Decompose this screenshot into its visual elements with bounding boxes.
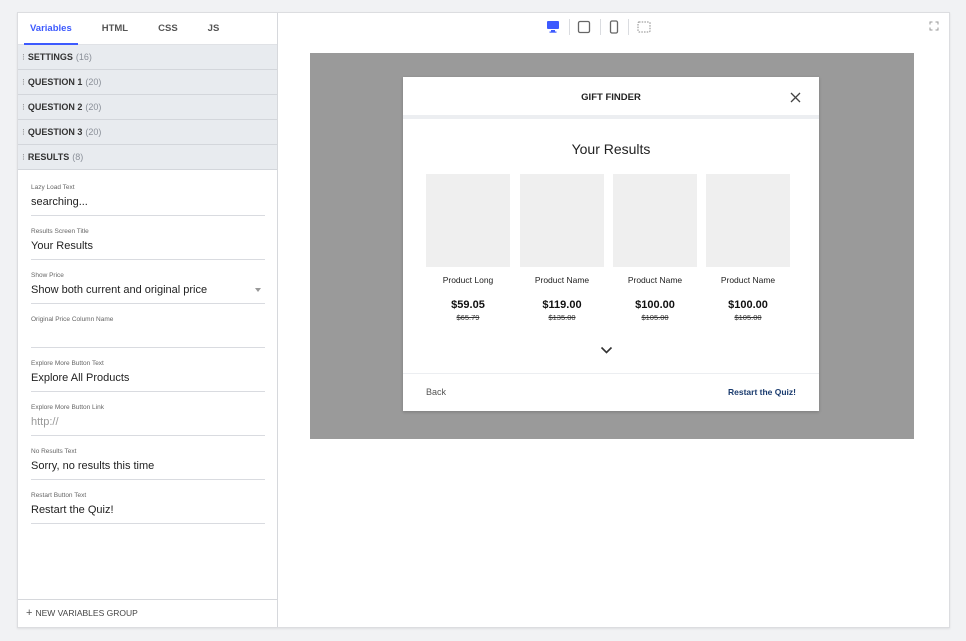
product-original-price: $135.00 bbox=[548, 313, 576, 322]
explore-more-button-link-field[interactable]: Explore More Button Link http:// bbox=[31, 400, 265, 436]
custom-size-icon[interactable] bbox=[637, 21, 651, 33]
product-card[interactable]: Product Name $119.00 $135.00 bbox=[520, 174, 604, 323]
results-screen-title-field[interactable]: Results Screen Title Your Results bbox=[31, 224, 265, 260]
group-count: (20) bbox=[85, 102, 102, 112]
toolbar-divider bbox=[569, 19, 570, 35]
product-name: Product Name bbox=[720, 275, 776, 285]
group-name: SETTINGS bbox=[27, 52, 73, 62]
new-group-label: NEW VARIABLES GROUP bbox=[35, 608, 138, 618]
show-price-select[interactable]: Show Price Show both current and origina… bbox=[31, 268, 265, 304]
toolbar-divider bbox=[628, 19, 629, 35]
product-name: Product Name bbox=[534, 275, 590, 285]
field-value[interactable]: searching... bbox=[31, 196, 265, 208]
group-question-2[interactable]: ⁝ QUESTION 2 (20) bbox=[18, 95, 277, 120]
group-count: (8) bbox=[72, 152, 84, 162]
results-fields: Lazy Load Text searching... Results Scre… bbox=[18, 170, 277, 524]
product-price: $59.05 bbox=[451, 299, 485, 311]
drag-handle-icon[interactable]: ⁝ bbox=[22, 152, 25, 162]
variables-panel: Variables HTML CSS JS ⁝ SETTINGS (16) ⁝ QUE… bbox=[18, 13, 278, 627]
product-name: Product Name bbox=[627, 275, 683, 285]
restart-quiz-button[interactable]: Restart the Quiz! bbox=[728, 387, 796, 397]
lazy-load-text-field[interactable]: Lazy Load Text searching... bbox=[31, 180, 265, 216]
tablet-icon[interactable] bbox=[577, 20, 591, 34]
group-name: QUESTION 3 bbox=[27, 127, 83, 137]
field-label: Show Price bbox=[31, 272, 64, 279]
preview-stage: GIFT FINDER Your Results Product Long $5… bbox=[310, 53, 914, 439]
chevron-down-icon[interactable] bbox=[600, 346, 613, 355]
group-count: (16) bbox=[75, 52, 92, 62]
gift-finder-modal: GIFT FINDER Your Results Product Long $5… bbox=[403, 77, 819, 411]
product-price: $119.00 bbox=[542, 299, 582, 311]
product-list: Product Long $59.05 $65.79 Product Name … bbox=[426, 174, 798, 334]
field-placeholder[interactable]: http:// bbox=[31, 416, 265, 428]
field-value[interactable]: Your Results bbox=[31, 240, 265, 252]
back-button[interactable]: Back bbox=[426, 387, 446, 397]
drag-handle-icon[interactable]: ⁝ bbox=[22, 77, 25, 87]
field-label: Original Price Column Name bbox=[31, 316, 114, 323]
group-question-1[interactable]: ⁝ QUESTION 1 (20) bbox=[18, 70, 277, 95]
product-image[interactable] bbox=[520, 174, 604, 267]
group-name: RESULTS bbox=[27, 152, 70, 162]
expand-icon[interactable] bbox=[929, 21, 939, 31]
tab-html[interactable]: HTML bbox=[102, 13, 128, 45]
product-name: Product Long bbox=[442, 275, 494, 285]
restart-button-text-field[interactable]: Restart Button Text Restart the Quiz! bbox=[31, 488, 265, 524]
group-question-3[interactable]: ⁝ QUESTION 3 (20) bbox=[18, 120, 277, 145]
drag-handle-icon[interactable]: ⁝ bbox=[22, 102, 25, 112]
product-price: $100.00 bbox=[728, 299, 768, 311]
product-original-price: $65.79 bbox=[456, 313, 480, 322]
product-card[interactable]: Product Long $59.05 $65.79 bbox=[426, 174, 510, 323]
group-settings[interactable]: ⁝ SETTINGS (16) bbox=[18, 45, 277, 70]
no-results-text-field[interactable]: No Results Text Sorry, no results this t… bbox=[31, 444, 265, 480]
group-name: QUESTION 1 bbox=[27, 77, 83, 87]
field-label: No Results Text bbox=[31, 448, 77, 455]
field-label: Explore More Button Link bbox=[31, 404, 104, 411]
modal-footer: Back Restart the Quiz! bbox=[403, 373, 819, 411]
product-image[interactable] bbox=[613, 174, 697, 267]
field-value[interactable]: Show both current and original price bbox=[31, 284, 265, 296]
field-label: Explore More Button Text bbox=[31, 360, 104, 367]
tab-css[interactable]: CSS bbox=[158, 13, 178, 45]
desktop-icon[interactable] bbox=[546, 20, 560, 33]
product-card[interactable]: Product Name $100.00 $105.00 bbox=[613, 174, 697, 323]
editor-tabs: Variables HTML CSS JS bbox=[18, 13, 277, 45]
original-price-column-name-field[interactable]: Original Price Column Name bbox=[31, 312, 265, 348]
modal-header: GIFT FINDER bbox=[403, 77, 819, 119]
close-icon[interactable] bbox=[790, 92, 801, 103]
field-value[interactable]: Restart the Quiz! bbox=[31, 504, 265, 516]
mobile-icon[interactable] bbox=[609, 20, 619, 34]
field-value[interactable]: Sorry, no results this time bbox=[31, 460, 265, 472]
plus-icon: + bbox=[26, 607, 33, 619]
product-image[interactable] bbox=[706, 174, 790, 267]
modal-title: GIFT FINDER bbox=[581, 92, 641, 103]
product-card[interactable]: Product Name $100.00 $105.00 bbox=[706, 174, 790, 323]
toolbar-divider bbox=[600, 19, 601, 35]
tab-js[interactable]: JS bbox=[208, 13, 220, 45]
group-name: QUESTION 2 bbox=[27, 102, 83, 112]
device-toolbar bbox=[279, 13, 949, 41]
product-price: $100.00 bbox=[635, 299, 675, 311]
drag-handle-icon[interactable]: ⁝ bbox=[22, 127, 25, 137]
field-label: Restart Button Text bbox=[31, 492, 87, 499]
group-results[interactable]: ⁝ RESULTS (8) bbox=[18, 145, 277, 170]
drag-handle-icon[interactable]: ⁝ bbox=[22, 52, 25, 62]
group-count: (20) bbox=[85, 77, 102, 87]
product-image[interactable] bbox=[426, 174, 510, 267]
group-count: (20) bbox=[85, 127, 102, 137]
tab-variables[interactable]: Variables bbox=[24, 13, 78, 45]
app-window: Variables HTML CSS JS ⁝ SETTINGS (16) ⁝ QUE… bbox=[17, 12, 950, 628]
new-variables-group-button[interactable]: + NEW VARIABLES GROUP bbox=[18, 599, 277, 627]
results-title: Your Results bbox=[571, 141, 651, 157]
field-label: Results Screen Title bbox=[31, 228, 89, 235]
field-label: Lazy Load Text bbox=[31, 184, 75, 191]
product-original-price: $105.00 bbox=[641, 313, 669, 322]
dropdown-caret-icon[interactable] bbox=[255, 288, 261, 292]
explore-more-button-text-field[interactable]: Explore More Button Text Explore All Pro… bbox=[31, 356, 265, 392]
product-original-price: $105.00 bbox=[734, 313, 762, 322]
field-value[interactable]: Explore All Products bbox=[31, 372, 265, 384]
